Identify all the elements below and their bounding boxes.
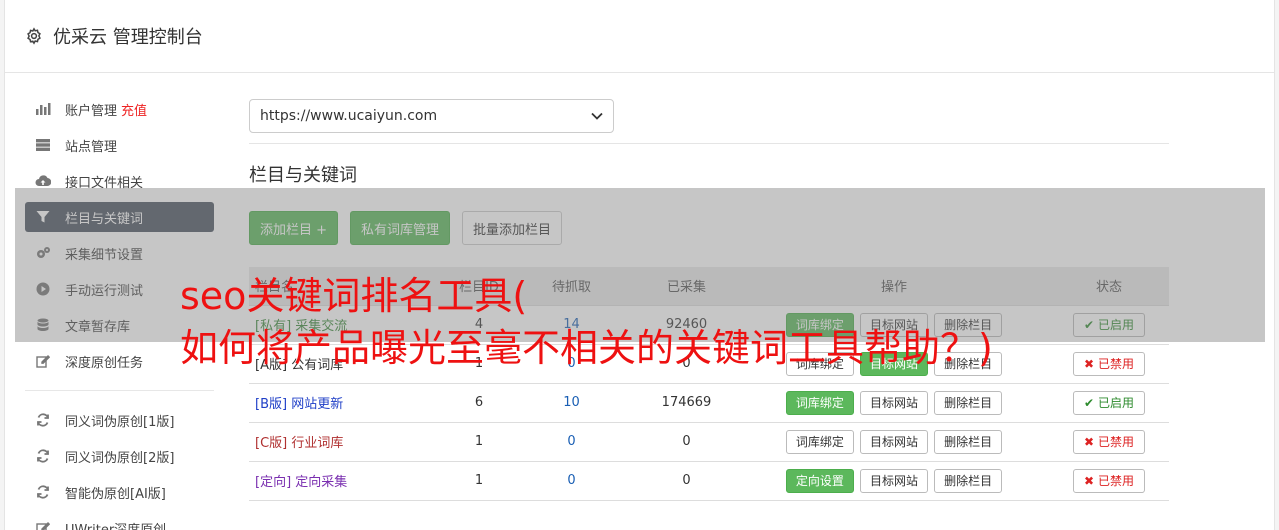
column-name: 行业词库 xyxy=(291,436,344,451)
column-name-cell[interactable]: [定向] 定向采集 xyxy=(249,460,449,501)
gear-icon xyxy=(27,27,41,45)
sidebar-item-ai-rewrite[interactable]: 智能伪原创[AI版] xyxy=(25,477,214,507)
collected-count: 174669 xyxy=(634,382,739,422)
pending-count[interactable]: 10 xyxy=(509,382,634,422)
actions-cell: 词库绑定 目标网站 删除栏目 xyxy=(739,382,1049,422)
column-name-cell[interactable]: [C版] 行业词库 xyxy=(249,421,449,461)
status-toggle[interactable]: ✖ 已禁用 xyxy=(1073,429,1145,454)
pending-count[interactable]: 0 xyxy=(509,460,634,501)
delete-column-button[interactable]: 删除栏目 xyxy=(934,429,1003,454)
site-select-value: https://www.ucaiyun.com xyxy=(260,108,438,124)
status-label: 已启用 xyxy=(1097,396,1134,410)
status-cell: ✖ 已禁用 xyxy=(1049,343,1169,383)
delete-column-button[interactable]: 删除栏目 xyxy=(934,390,1003,415)
divider xyxy=(249,143,1169,144)
status-label: 已禁用 xyxy=(1097,357,1134,371)
overlay-line-2: 如何将产品曝光至毫不相关的关键词工具帮助？) xyxy=(180,326,993,370)
column-name-cell[interactable]: [B版] 网站更新 xyxy=(249,382,449,422)
status-cell: ✖ 已禁用 xyxy=(1049,421,1169,461)
delete-column-button[interactable]: 删除栏目 xyxy=(934,468,1003,493)
refresh-icon xyxy=(35,484,51,500)
status-toggle[interactable]: ✔ 已启用 xyxy=(1073,390,1145,415)
column-tag: [B版] xyxy=(255,397,288,412)
column-tag: [C版] xyxy=(255,436,288,451)
sidebar-item-label: 账户管理 xyxy=(65,103,118,119)
status-label: 已禁用 xyxy=(1097,435,1134,449)
recharge-link[interactable]: 充值 xyxy=(121,100,147,119)
check-icon: ✔ xyxy=(1084,395,1095,410)
sidebar-divider xyxy=(25,390,214,391)
status-cell: ✔ 已启用 xyxy=(1049,382,1169,422)
close-icon: ✖ xyxy=(1084,356,1095,371)
overlay-line-1: seo关键词排名工具( xyxy=(180,274,528,318)
table-row: [定向] 定向采集 1 0 0 定向设置 目标网站 删除栏目 ✖ 已禁用 xyxy=(249,460,1169,501)
edit-icon xyxy=(35,520,51,530)
server-icon xyxy=(35,137,51,153)
refresh-icon xyxy=(35,448,51,464)
status-toggle[interactable]: ✖ 已禁用 xyxy=(1073,351,1145,376)
header: 优采云 管理控制台 xyxy=(5,0,1274,73)
sidebar-item-label: 智能伪原创[AI版] xyxy=(65,486,166,502)
sidebar-item-synonym-v2[interactable]: 同义词伪原创[2版] xyxy=(25,441,214,471)
sidebar-item-account[interactable]: 账户管理 充值 xyxy=(25,94,214,124)
target-site-button[interactable]: 目标网站 xyxy=(859,390,928,415)
edit-icon xyxy=(35,353,51,369)
section-title: 栏目与关键词 xyxy=(249,165,357,186)
actions-cell: 词库绑定 目标网站 删除栏目 xyxy=(739,421,1049,461)
column-tag: [定向] xyxy=(255,475,292,490)
directed-settings-button[interactable]: 定向设置 xyxy=(785,468,854,493)
sidebar-item-label: 同义词伪原创[2版] xyxy=(65,450,175,466)
sidebar-item-synonym-v1[interactable]: 同义词伪原创[1版] xyxy=(25,405,214,435)
overlay-caption: seo关键词排名工具( 如何将产品曝光至毫不相关的关键词工具帮助？) xyxy=(180,270,993,374)
table-row: [B版] 网站更新 6 10 174669 词库绑定 目标网站 删除栏目 ✔ 已… xyxy=(249,382,1169,422)
close-icon: ✖ xyxy=(1084,434,1095,449)
sidebar-item-label: 深度原创任务 xyxy=(65,355,144,371)
column-id: 1 xyxy=(449,460,509,501)
refresh-icon xyxy=(35,412,51,428)
collected-count: 0 xyxy=(634,421,739,461)
actions-cell: 定向设置 目标网站 删除栏目 xyxy=(739,460,1049,501)
bar-chart-icon xyxy=(35,101,51,117)
chevron-down-icon xyxy=(591,112,603,120)
status-label: 已禁用 xyxy=(1097,474,1134,488)
close-icon: ✖ xyxy=(1084,473,1095,488)
bind-library-button[interactable]: 词库绑定 xyxy=(785,429,854,454)
collected-count: 0 xyxy=(634,460,739,501)
pending-count[interactable]: 0 xyxy=(509,421,634,461)
target-site-button[interactable]: 目标网站 xyxy=(859,468,928,493)
sidebar-item-sites[interactable]: 站点管理 xyxy=(25,130,214,160)
column-name: 定向采集 xyxy=(295,475,348,490)
bind-library-button[interactable]: 词库绑定 xyxy=(785,390,854,415)
table-row: [C版] 行业词库 1 0 0 词库绑定 目标网站 删除栏目 ✖ 已禁用 xyxy=(249,421,1169,461)
sidebar-item-label: UWriter深度原创 xyxy=(65,522,167,530)
cloud-upload-icon xyxy=(35,173,51,189)
column-name: 网站更新 xyxy=(291,397,344,412)
column-id: 1 xyxy=(449,421,509,461)
status-cell: ✖ 已禁用 xyxy=(1049,460,1169,501)
target-site-button[interactable]: 目标网站 xyxy=(859,429,928,454)
sidebar-item-uwriter[interactable]: UWriter深度原创 xyxy=(25,513,214,530)
sidebar-item-label: 站点管理 xyxy=(65,139,118,155)
column-id: 6 xyxy=(449,382,509,422)
status-toggle[interactable]: ✖ 已禁用 xyxy=(1073,468,1145,493)
page-title: 优采云 管理控制台 xyxy=(53,27,203,48)
sidebar-item-label: 同义词伪原创[1版] xyxy=(65,414,175,430)
site-select[interactable]: https://www.ucaiyun.com xyxy=(249,99,614,133)
